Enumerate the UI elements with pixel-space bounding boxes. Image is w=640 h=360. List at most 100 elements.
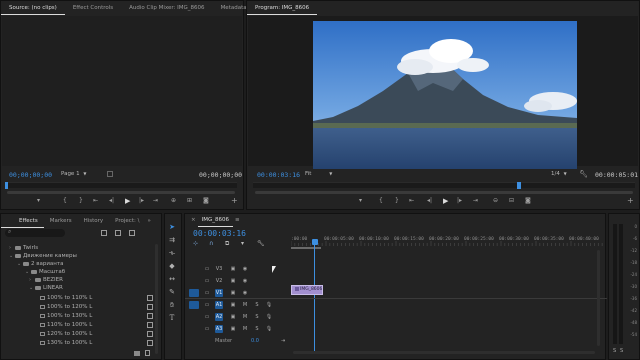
lock-icon[interactable]: ▭ [203, 277, 211, 285]
panel-overflow-icon[interactable]: » [145, 214, 152, 228]
timeline-menu-icon[interactable]: ≡ [233, 213, 242, 227]
timeline-playhead-head[interactable] [312, 239, 318, 245]
accelerated-effects-icon[interactable] [101, 230, 107, 236]
track-label-a2[interactable]: A2 [215, 313, 223, 321]
pen-tool-icon[interactable]: ✎ [165, 287, 179, 297]
solo-button[interactable]: S [253, 301, 261, 309]
lock-icon[interactable]: ▭ [203, 301, 211, 309]
snap-icon[interactable]: ∩ [209, 240, 213, 247]
program-playhead[interactable] [517, 182, 521, 189]
mark-in-icon[interactable]: { [379, 197, 383, 205]
track-label-v1[interactable]: V1 [215, 289, 223, 297]
mark-in-icon[interactable]: { [63, 197, 67, 205]
source-patch-a1[interactable] [189, 301, 199, 309]
effects-scrollbar[interactable] [155, 244, 158, 354]
play-icon[interactable]: ▶ [125, 197, 130, 205]
insert-icon[interactable]: ⊕ [171, 197, 176, 205]
timeline-scrollbar-v[interactable] [597, 250, 600, 346]
sync-lock-icon[interactable]: ▣ [229, 325, 237, 333]
solo-right-button[interactable]: S [620, 348, 623, 354]
track-label-a1[interactable]: A1 [215, 301, 223, 309]
preset-100-110[interactable]: 100% to 110% L [39, 294, 153, 302]
tab-history[interactable]: History [78, 214, 110, 228]
mic-icon[interactable]: 🎙︎ [265, 313, 273, 321]
program-viewer-area[interactable] [248, 16, 638, 169]
timeline-close-icon[interactable]: × [185, 213, 198, 227]
sync-lock-icon[interactable]: ▣ [229, 289, 237, 297]
go-to-end-icon[interactable]: ⇥ [281, 336, 285, 346]
go-to-out-icon[interactable]: ⇥ [153, 197, 158, 205]
effects-search-input[interactable]: ⌕ [5, 228, 65, 237]
linked-selection-icon[interactable]: ⧉ [225, 240, 229, 248]
tree-item-scale[interactable]: ⌄ Масштаб [25, 268, 65, 276]
add-button-icon[interactable]: + [627, 197, 634, 205]
go-to-out-icon[interactable]: ⇥ [473, 197, 478, 205]
tab-project[interactable]: Project: \ [109, 214, 145, 228]
program-timecode-left[interactable]: 00:00:03:16 [257, 171, 300, 179]
tree-item-bezier[interactable]: › BEZIER [29, 276, 63, 284]
source-time-ruler[interactable] [5, 182, 237, 188]
hand-tool-icon[interactable]: ✋︎ [165, 300, 179, 310]
razor-tool-icon[interactable]: ◆ [165, 261, 179, 271]
collapse-arrow-icon[interactable]: ⌄ [17, 260, 22, 268]
selection-tool-icon[interactable]: ➤ [165, 222, 179, 232]
extract-icon[interactable]: ⊟ [509, 197, 514, 205]
solo-left-button[interactable]: S [613, 348, 616, 354]
timeline-work-area-bar[interactable] [291, 247, 321, 249]
collapse-arrow-icon[interactable]: ⌄ [25, 268, 30, 276]
source-timecode-left[interactable]: 00;00;00;00 [9, 171, 52, 179]
step-forward-icon[interactable]: |▸ [457, 197, 462, 205]
export-frame-icon[interactable]: ◙ [203, 197, 209, 205]
type-tool-icon[interactable]: T [165, 313, 179, 323]
tab-effects[interactable]: Effects [1, 214, 44, 228]
source-patch-v1[interactable] [189, 289, 199, 297]
timeline-ruler[interactable]: :00:00 00:00:05:00 00:00:10:00 00:00:15:00 0… [291, 234, 603, 246]
preset-100-120[interactable]: 100% to 120% L [39, 303, 153, 311]
source-playhead[interactable] [5, 182, 8, 189]
timeline-scrollbar-h[interactable] [293, 351, 595, 354]
wrench-icon[interactable]: 🔧︎ [579, 170, 588, 178]
yuv-effects-icon[interactable] [129, 230, 135, 236]
export-frame-icon[interactable]: ◙ [525, 197, 531, 205]
play-icon[interactable]: ▶ [443, 197, 448, 205]
source-settings-icon[interactable] [107, 171, 113, 177]
step-forward-icon[interactable]: |▸ [139, 197, 144, 205]
mic-icon[interactable]: 🎙︎ [265, 301, 273, 309]
add-button-icon[interactable]: + [231, 197, 238, 205]
expand-arrow-icon[interactable]: › [29, 276, 34, 284]
tab-sequence[interactable]: IMG_8606 [197, 213, 233, 227]
preset-110-100[interactable]: 110% to 100% L [39, 321, 153, 329]
eye-icon[interactable]: ◉ [241, 265, 249, 273]
lock-icon[interactable]: ▭ [203, 325, 211, 333]
source-page-dropdown[interactable]: Page 1 ▼ [61, 171, 86, 177]
step-back-icon[interactable]: ◂| [109, 197, 114, 205]
nest-icon[interactable]: ⊹ [193, 240, 198, 247]
tab-effect-controls[interactable]: Effect Controls [65, 1, 121, 15]
program-time-ruler[interactable] [253, 182, 635, 188]
track-label-a3[interactable]: A3 [215, 325, 223, 333]
tree-item-linear[interactable]: ⌄ LINEAR [29, 284, 63, 292]
clip-img-8606-video[interactable]: IMG_8606 [291, 285, 323, 295]
fit-dropdown[interactable]: Fit ▼ [305, 171, 332, 177]
lock-icon[interactable]: ▭ [203, 289, 211, 297]
overwrite-icon[interactable]: ⊞ [187, 197, 192, 205]
mute-button[interactable]: M [241, 313, 249, 321]
collapse-arrow-icon[interactable]: ⌄ [29, 284, 34, 292]
preset-130-100[interactable]: 130% to 100% L [39, 339, 153, 347]
sync-lock-icon[interactable]: ▣ [229, 313, 237, 321]
source-viewer[interactable] [2, 16, 242, 166]
trash-icon[interactable] [145, 350, 150, 356]
timeline-timecode[interactable]: 00:00:03:16 [193, 229, 246, 238]
expand-arrow-icon[interactable]: › [9, 244, 14, 252]
eye-icon[interactable]: ◉ [241, 277, 249, 285]
mute-button[interactable]: M [241, 325, 249, 333]
sync-lock-icon[interactable]: ▣ [229, 265, 237, 273]
mic-icon[interactable]: 🎙︎ [265, 325, 273, 333]
tab-audio-clip-mixer[interactable]: Audio Clip Mixer: IMG_8606 [121, 1, 212, 15]
track-label-v3[interactable]: V3 [215, 265, 223, 273]
add-marker-icon[interactable]: ▾ [37, 197, 40, 205]
solo-button[interactable]: S [253, 325, 261, 333]
32bit-effects-icon[interactable] [115, 230, 121, 236]
settings-wrench-icon[interactable]: 🔧︎ [257, 240, 265, 247]
eye-icon[interactable]: ◉ [241, 289, 249, 297]
